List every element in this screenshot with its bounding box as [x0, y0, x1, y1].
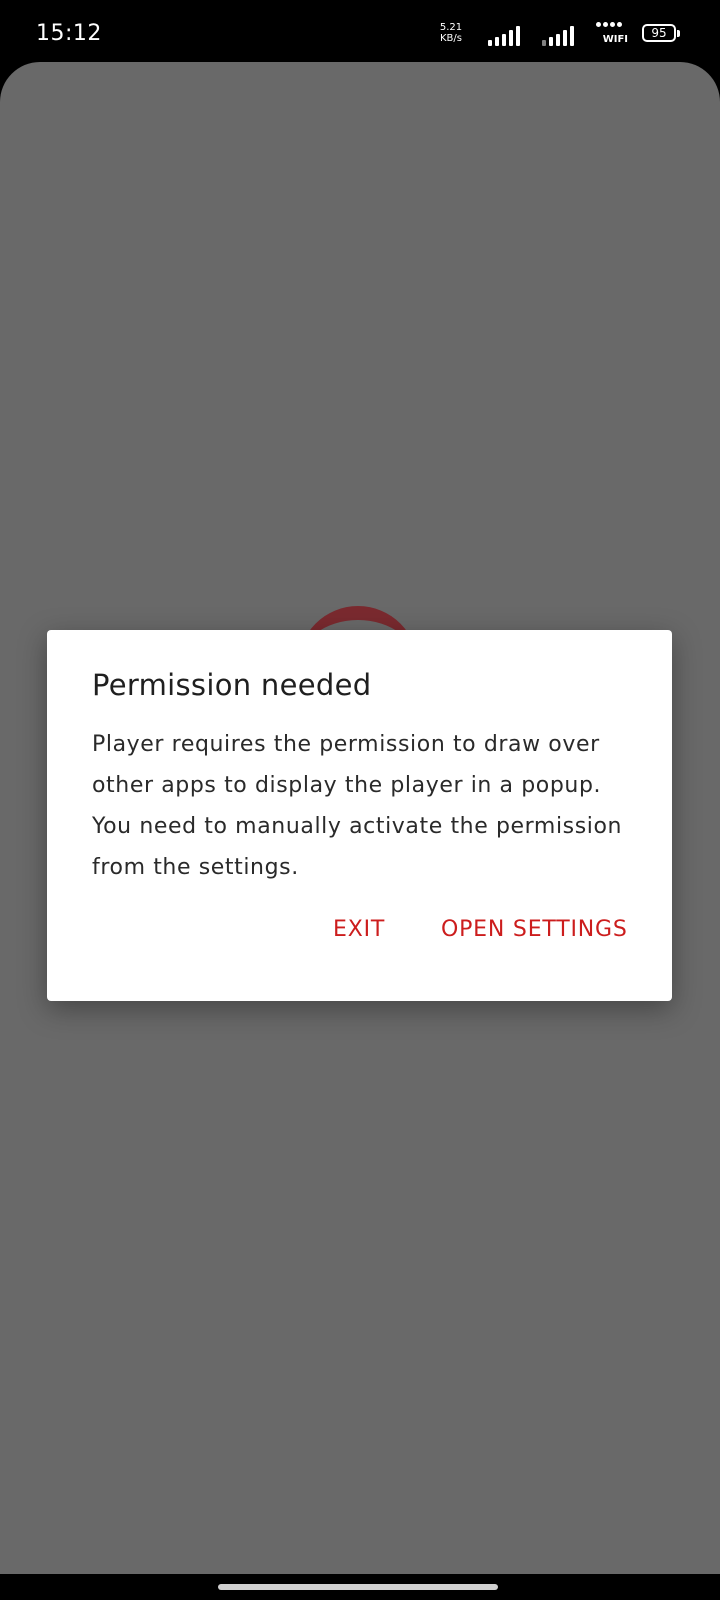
network-speed: 5.21 KB/s	[434, 22, 468, 44]
network-speed-unit: KB/s	[440, 33, 462, 44]
permission-dialog: Permission needed Player requires the pe…	[47, 630, 672, 1001]
battery-tip	[677, 30, 680, 37]
home-indicator[interactable]	[218, 1584, 498, 1590]
wifi-label: WIFI	[602, 34, 628, 45]
status-bar: 15:12 5.21 KB/s WIFI 95	[0, 0, 720, 62]
wifi-icon	[596, 22, 624, 32]
status-icons: 5.21 KB/s WIFI 95	[432, 20, 682, 50]
exit-button[interactable]: EXIT	[333, 908, 385, 952]
battery-icon: 95	[642, 24, 676, 42]
navigation-bar	[0, 1574, 720, 1600]
status-time: 15:12	[36, 21, 102, 46]
dialog-title: Permission needed	[92, 668, 372, 702]
battery-level: 95	[651, 26, 667, 40]
signal-2-icon	[542, 26, 576, 46]
dialog-message: Player requires the permission to draw o…	[92, 732, 623, 880]
screen: 15:12 5.21 KB/s WIFI 95 Permission neede…	[0, 0, 720, 1600]
dialog-actions: EXIT OPEN SETTINGS	[47, 908, 672, 952]
signal-1-icon	[488, 26, 522, 46]
network-speed-value: 5.21	[439, 22, 463, 33]
open-settings-button[interactable]: OPEN SETTINGS	[441, 908, 628, 952]
